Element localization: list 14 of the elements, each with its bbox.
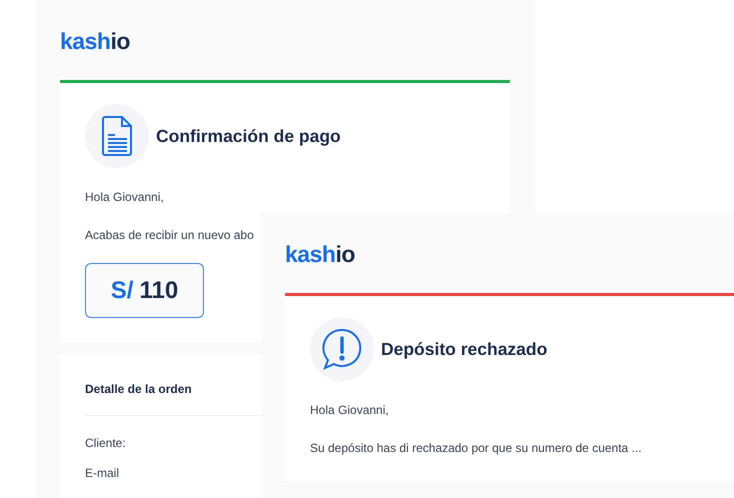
field-label: E-mail bbox=[85, 465, 120, 481]
amount-box: S/ 110 bbox=[85, 263, 204, 318]
greeting-text: Hola Giovanni, bbox=[85, 189, 165, 205]
message-text: Su depósito has di rechazado por que su numero de cuenta ... bbox=[310, 440, 643, 456]
alert-bubble-icon bbox=[322, 328, 362, 370]
section-heading: Detalle de la orden bbox=[85, 381, 193, 397]
email-title: Confirmación de pago bbox=[156, 126, 341, 146]
email-title: Depósito rechazado bbox=[381, 338, 548, 360]
message-text: Acabas de recibir un nuevo abo bbox=[85, 227, 255, 243]
document-icon bbox=[102, 116, 132, 156]
field-label: Cliente: bbox=[85, 435, 126, 451]
greeting-text: Hola Giovanni, bbox=[310, 402, 390, 418]
logo: kashio bbox=[285, 241, 355, 267]
logo: kashio bbox=[60, 28, 130, 54]
